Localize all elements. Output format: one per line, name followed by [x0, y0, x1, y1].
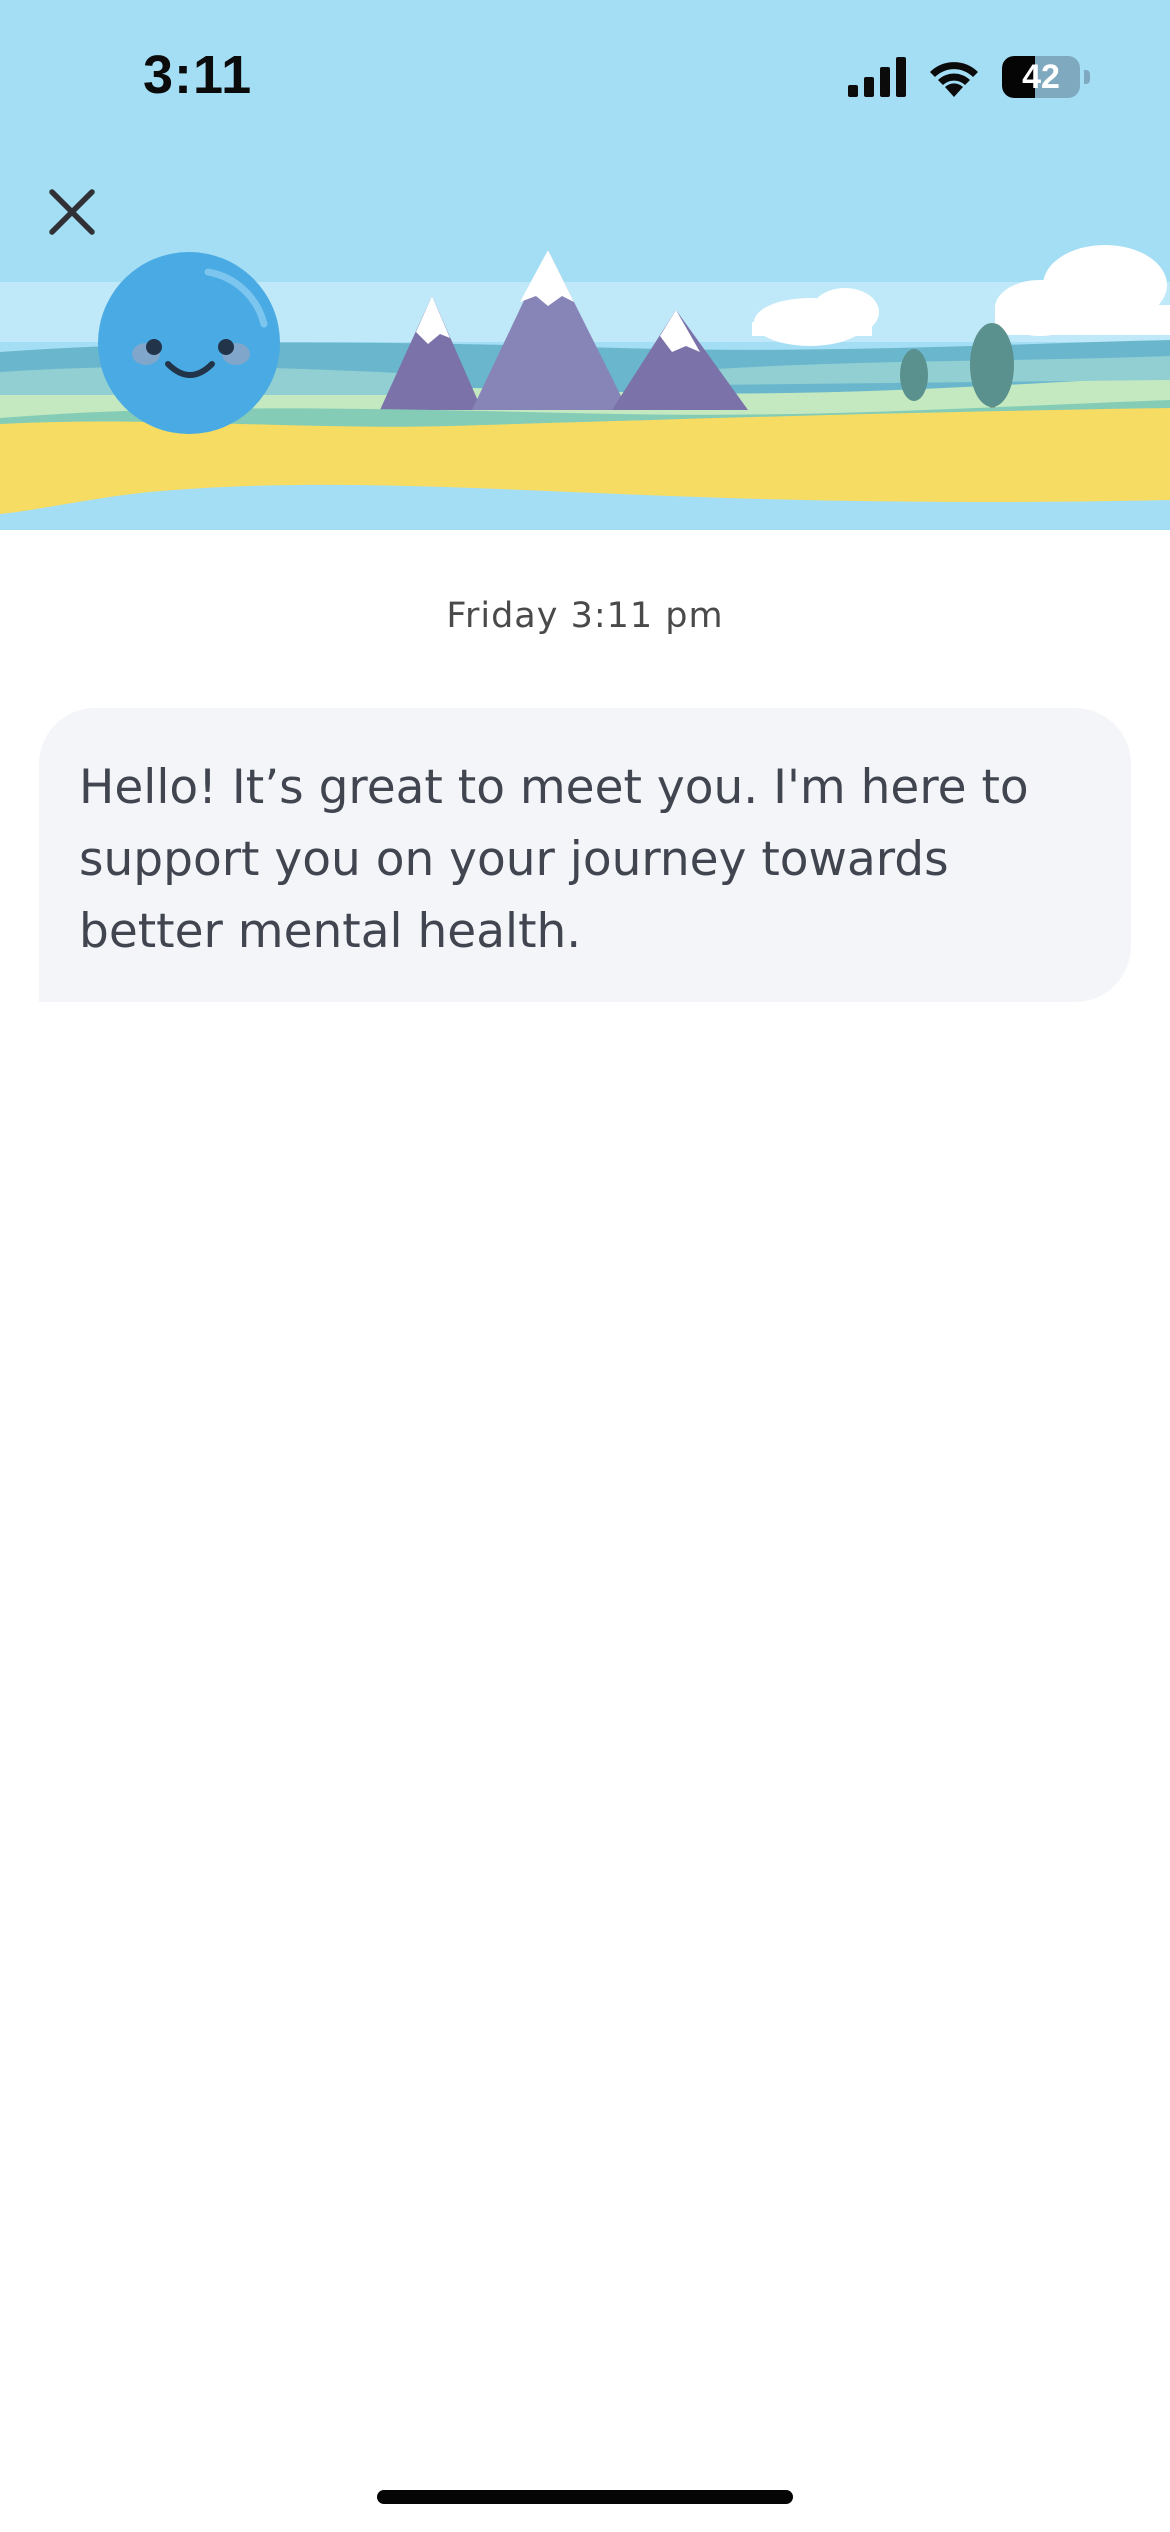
close-icon[interactable] — [49, 189, 95, 235]
battery-cap — [1084, 70, 1090, 84]
bot-message-bubble: Hello! It’s great to meet you. I'm here … — [39, 708, 1131, 1002]
avatar — [98, 252, 280, 434]
bot-message-text: Hello! It’s great to meet you. I'm here … — [79, 760, 1029, 959]
cellular-signal-icon — [848, 57, 906, 97]
smiley-face-icon — [98, 252, 280, 434]
status-bar: 3:11 42 — [0, 0, 1170, 150]
home-indicator[interactable] — [377, 2490, 793, 2504]
battery-level: 42 — [1022, 58, 1060, 96]
status-time: 3:11 — [143, 45, 253, 105]
message-timestamp: Friday 3:11 pm — [446, 596, 724, 636]
battery-icon: 42 — [1002, 56, 1080, 98]
status-icons: 42 — [848, 56, 1090, 98]
wifi-icon — [930, 62, 978, 97]
close-button[interactable] — [44, 184, 100, 240]
chat-screen: 3:11 42 Friday 3:11 pm Hello! It’s great… — [0, 0, 1170, 2532]
